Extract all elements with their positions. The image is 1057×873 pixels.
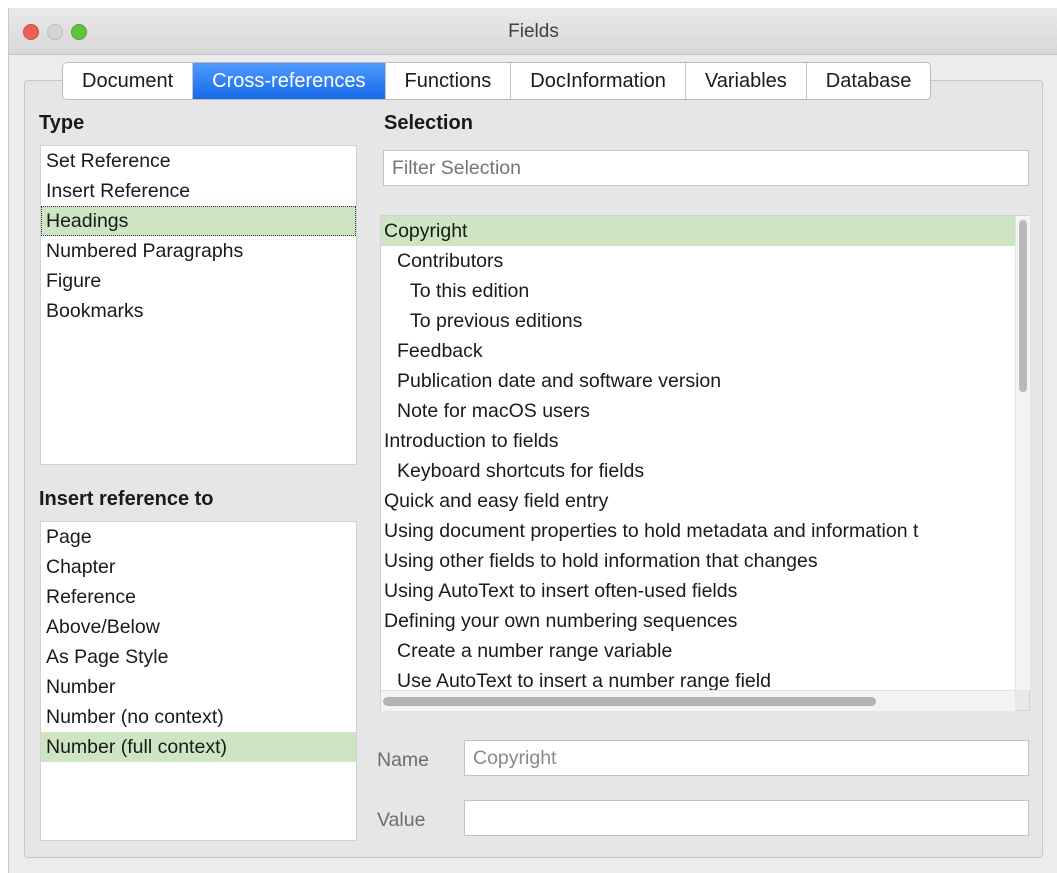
tab-bar: Document Cross-references Functions DocI… xyxy=(62,62,932,100)
tree-item[interactable]: Copyright xyxy=(381,216,1015,246)
tree-item[interactable]: Publication date and software version xyxy=(381,366,1015,396)
title-bar[interactable]: Fields xyxy=(9,8,1057,55)
tab-functions[interactable]: Functions xyxy=(385,63,512,99)
insert-ref-item-page[interactable]: Page xyxy=(41,522,356,552)
insert-reference-listbox[interactable]: Page Chapter Reference Above/Below As Pa… xyxy=(40,521,357,841)
tree-item[interactable]: To previous editions xyxy=(381,306,1015,336)
tree-item[interactable]: Contributors xyxy=(381,246,1015,276)
tree-vertical-scrollbar[interactable] xyxy=(1015,216,1030,690)
selection-label: Selection xyxy=(384,112,473,134)
type-label: Type xyxy=(39,112,85,134)
name-field[interactable] xyxy=(464,740,1029,776)
insert-ref-item-above-below[interactable]: Above/Below xyxy=(41,612,356,642)
tree-item[interactable]: Quick and easy field entry xyxy=(381,486,1015,516)
filter-selection-input[interactable] xyxy=(383,150,1029,186)
type-listbox[interactable]: Set Reference Insert Reference Headings … xyxy=(40,145,357,465)
insert-ref-item-as-page-style[interactable]: As Page Style xyxy=(41,642,356,672)
tree-item[interactable]: Defining your own numbering sequences xyxy=(381,606,1015,636)
tab-document[interactable]: Document xyxy=(63,63,194,99)
tab-docinformation[interactable]: DocInformation xyxy=(511,63,686,99)
tab-variables[interactable]: Variables xyxy=(685,63,807,99)
scroll-corner xyxy=(1015,690,1029,710)
type-item-bookmarks[interactable]: Bookmarks xyxy=(41,296,356,326)
insert-ref-item-number-no-context[interactable]: Number (no context) xyxy=(41,702,356,732)
tree-item[interactable]: Using other fields to hold information t… xyxy=(381,546,1015,576)
type-item-headings[interactable]: Headings xyxy=(41,206,356,236)
name-label: Name xyxy=(377,749,430,771)
tree-vertical-scroll-thumb[interactable] xyxy=(1019,220,1027,392)
tree-item[interactable]: Keyboard shortcuts for fields xyxy=(381,456,1015,486)
tree-item[interactable]: Create a number range variable xyxy=(381,636,1015,666)
fields-dialog: Fields Document Cross-references Functio… xyxy=(8,8,1057,873)
type-item-insert-reference[interactable]: Insert Reference xyxy=(41,176,356,206)
tab-database[interactable]: Database xyxy=(806,63,931,99)
insert-ref-item-number-full-context[interactable]: Number (full context) xyxy=(41,732,356,762)
tree-item[interactable]: Using document properties to hold metada… xyxy=(381,516,1015,546)
insert-ref-item-reference[interactable]: Reference xyxy=(41,582,356,612)
tree-horizontal-scroll-thumb[interactable] xyxy=(383,697,876,706)
value-field[interactable] xyxy=(464,800,1029,836)
value-label: Value xyxy=(377,809,426,831)
type-item-set-reference[interactable]: Set Reference xyxy=(41,146,356,176)
insert-ref-item-chapter[interactable]: Chapter xyxy=(41,552,356,582)
window-title: Fields xyxy=(508,21,559,42)
tree-item[interactable]: Using AutoText to insert often-used fiel… xyxy=(381,576,1015,606)
tree-item[interactable]: Note for macOS users xyxy=(381,396,1015,426)
selection-tree[interactable]: Copyright Contributors To this edition T… xyxy=(380,215,1030,711)
type-item-figure[interactable]: Figure xyxy=(41,266,356,296)
tab-cross-references[interactable]: Cross-references xyxy=(193,63,386,99)
type-item-numbered-paragraphs[interactable]: Numbered Paragraphs xyxy=(41,236,356,266)
insert-reference-to-label: Insert reference to xyxy=(39,488,214,510)
insert-ref-item-number[interactable]: Number xyxy=(41,672,356,702)
tree-item[interactable]: Introduction to fields xyxy=(381,426,1015,456)
tree-horizontal-scrollbar[interactable] xyxy=(381,690,1015,711)
tree-item[interactable]: To this edition xyxy=(381,276,1015,306)
tree-item[interactable]: Feedback xyxy=(381,336,1015,366)
